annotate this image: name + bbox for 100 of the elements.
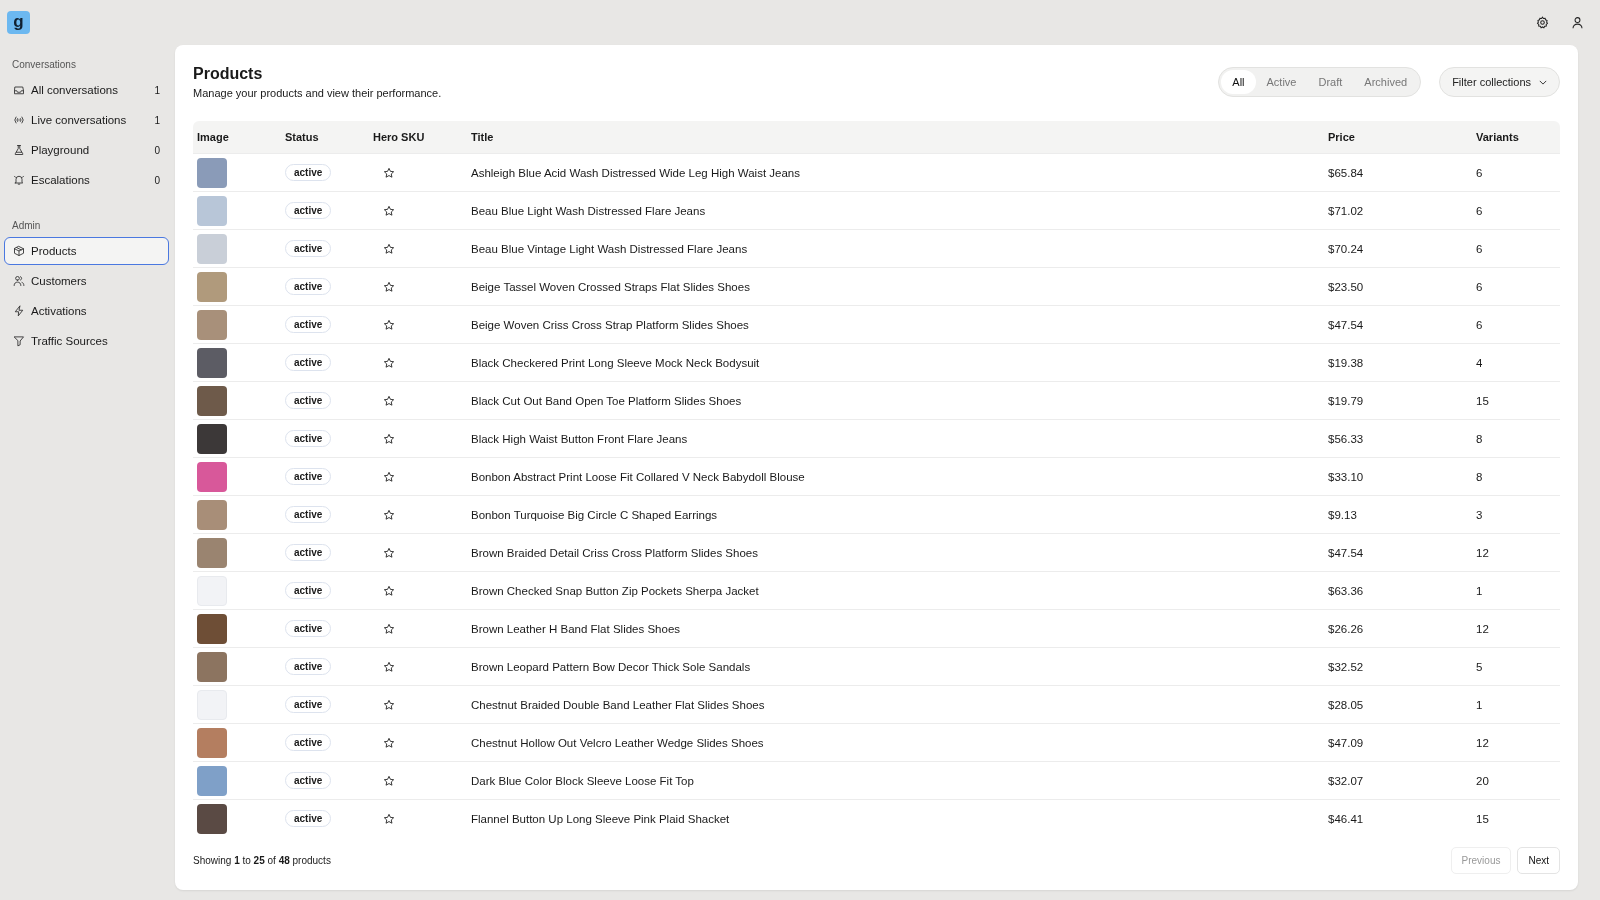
product-title: Black High Waist Button Front Flare Jeans (471, 432, 688, 445)
star-icon[interactable] (383, 736, 395, 749)
column-header: Price (1328, 131, 1355, 143)
sidebar-item[interactable]: Playground 0 (4, 136, 169, 164)
sidebar-item-label: Customers (31, 275, 88, 287)
star-icon[interactable] (383, 432, 395, 445)
variant-count: 15 (1476, 394, 1489, 407)
app-logo[interactable]: g (7, 11, 30, 34)
variant-count: 8 (1476, 432, 1483, 445)
product-title: Brown Leather H Band Flat Slides Shoes (471, 622, 681, 635)
product-title: Chestnut Hollow Out Velcro Leather Wedge Slides Shoes (471, 736, 764, 749)
filter-tab[interactable]: Active (1255, 70, 1308, 94)
product-title: Black Cut Out Band Open Toe Platform Slides Shoes (471, 394, 742, 407)
star-icon[interactable] (383, 166, 395, 179)
variant-count: 8 (1476, 470, 1483, 483)
star-icon[interactable] (383, 812, 395, 825)
sidebar-item[interactable]: Customers (4, 267, 169, 295)
star-icon[interactable] (383, 584, 395, 597)
sidebar-item-label: Escalations (31, 174, 91, 186)
sidebar-item[interactable]: Escalations 0 (4, 166, 169, 194)
star-icon[interactable] (383, 470, 395, 483)
sidebar-item-label: Traffic Sources (31, 335, 109, 347)
item-count: 0 (154, 174, 160, 186)
product-title: Ashleigh Blue Acid Wash Distressed Wide Leg High Waist Jeans (471, 166, 800, 179)
sidebar-item-label: Playground (31, 144, 91, 156)
product-title: Brown Leopard Pattern Bow Decor Thick Sole Sandals (471, 660, 751, 673)
chevron-down-icon (1539, 79, 1547, 85)
star-icon[interactable] (383, 774, 395, 787)
sidebar-item[interactable]: All conversations 1 (4, 76, 169, 104)
price: $47.09 (1328, 736, 1364, 749)
filter-tab[interactable]: Archived (1353, 70, 1419, 94)
variant-count: 6 (1476, 204, 1483, 217)
product-title: Bonbon Turquoise Big Circle C Shaped Earrings (471, 508, 718, 521)
price: $56.33 (1328, 432, 1364, 445)
price: $26.26 (1328, 622, 1364, 635)
variant-count: 6 (1476, 242, 1483, 255)
price: $32.07 (1328, 774, 1364, 787)
price: $71.02 (1328, 204, 1364, 217)
product-title: Dark Blue Color Block Sleeve Loose Fit Top (471, 774, 694, 787)
filter-tab[interactable]: All (1221, 70, 1256, 94)
sidebar-item-label: All conversations (31, 84, 119, 96)
price: $9.13 (1328, 508, 1357, 521)
item-count: 0 (154, 144, 160, 156)
column-header: Title (471, 131, 494, 143)
page-subtitle: Manage your products and view their performance. (193, 87, 442, 99)
star-icon[interactable] (383, 394, 395, 407)
star-icon[interactable] (383, 660, 395, 673)
price: $47.54 (1328, 318, 1364, 331)
variant-count: 20 (1476, 774, 1489, 787)
product-title: Bonbon Abstract Print Loose Fit Collared V Neck Babydoll Blouse (471, 470, 805, 483)
sidebar-item[interactable]: Live conversations 1 (4, 106, 169, 134)
price: $46.41 (1328, 812, 1364, 825)
product-title: Beau Blue Vintage Light Wash Distressed Flare Jeans (471, 242, 748, 255)
star-icon[interactable] (383, 698, 395, 711)
product-title: Brown Braided Detail Criss Cross Platform Slides Shoes (471, 546, 758, 559)
pagination-button[interactable]: Next (1517, 847, 1560, 874)
product-title: Beige Tassel Woven Crossed Straps Flat Slides Shoes (471, 280, 750, 293)
users-icon (13, 275, 25, 287)
column-header: Variants (1476, 131, 1519, 143)
section-heading: Conversations (11, 58, 77, 72)
variant-count: 5 (1476, 660, 1483, 673)
price: $47.54 (1328, 546, 1364, 559)
sidebar-item-label: Activations (31, 305, 88, 317)
variant-count: 1 (1476, 698, 1483, 711)
price: $19.38 (1328, 356, 1364, 369)
price: $23.50 (1328, 280, 1364, 293)
variant-count: 1 (1476, 584, 1483, 597)
variant-count: 4 (1476, 356, 1483, 369)
column-header: Image (197, 131, 229, 143)
page-title: Products (193, 65, 264, 83)
price: $70.24 (1328, 242, 1364, 255)
results-summary: Showing 1 to 25 of 48 products (193, 855, 331, 866)
star-icon[interactable] (383, 356, 395, 369)
star-icon[interactable] (383, 242, 395, 255)
sidebar-item[interactable]: Products (4, 237, 169, 265)
price: $63.36 (1328, 584, 1364, 597)
product-title: Black Checkered Print Long Sleeve Mock Neck Bodysuit (471, 356, 760, 369)
filter-tab[interactable]: Draft (1307, 70, 1354, 94)
sidebar-item[interactable]: Activations (4, 297, 169, 325)
price: $28.05 (1328, 698, 1364, 711)
column-header: Status (285, 131, 319, 143)
variant-count: 6 (1476, 280, 1483, 293)
sidebar-item[interactable]: Traffic Sources (4, 327, 169, 355)
lightning-icon (13, 305, 25, 317)
settings-icon[interactable] (1536, 16, 1549, 29)
star-icon[interactable] (383, 508, 395, 521)
product-title: Beau Blue Light Wash Distressed Flare Jeans (471, 204, 706, 217)
star-icon[interactable] (383, 280, 395, 293)
variant-count: 12 (1476, 546, 1489, 559)
star-icon[interactable] (383, 204, 395, 217)
user-icon[interactable] (1571, 16, 1584, 29)
price: $19.79 (1328, 394, 1364, 407)
variant-count: 12 (1476, 736, 1489, 749)
star-icon[interactable] (383, 622, 395, 635)
filter-collections-dropdown[interactable]: Filter collections (1439, 67, 1560, 97)
product-title: Chestnut Braided Double Band Leather Flat Slides Shoes (471, 698, 765, 711)
price: $33.10 (1328, 470, 1364, 483)
star-icon[interactable] (383, 546, 395, 559)
sidebar-item-label: Live conversations (31, 114, 128, 126)
star-icon[interactable] (383, 318, 395, 331)
